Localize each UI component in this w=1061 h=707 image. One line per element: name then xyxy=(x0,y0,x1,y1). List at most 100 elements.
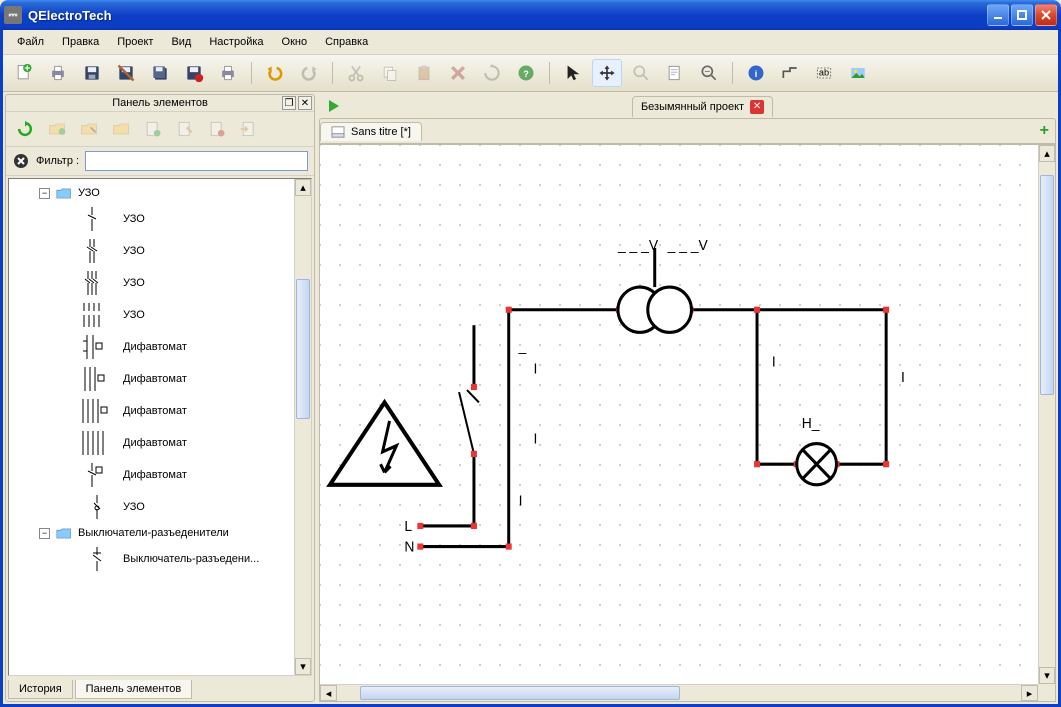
tree-item[interactable]: Дифавтомат xyxy=(11,331,309,363)
tree-item[interactable]: УЗО xyxy=(11,267,309,299)
elements-tree[interactable]: − УЗО УЗО УЗО УЗО УЗО Дифавтомат Дифавто… xyxy=(8,178,312,676)
folder-icon xyxy=(56,187,72,200)
scroll-left-icon[interactable]: ◂ xyxy=(320,685,337,701)
panel-float-button[interactable]: ❐ xyxy=(282,96,296,110)
add-sheet-button[interactable]: + xyxy=(1040,122,1049,140)
element-thumb-icon xyxy=(87,493,107,521)
scroll-down-icon[interactable]: ▾ xyxy=(295,658,311,675)
minimize-button[interactable] xyxy=(987,4,1009,26)
tree-item[interactable]: Дифавтомат xyxy=(11,363,309,395)
cut-icon[interactable] xyxy=(341,59,371,87)
redo-icon[interactable] xyxy=(294,59,324,87)
edit-element-icon[interactable] xyxy=(170,115,200,143)
scroll-thumb[interactable] xyxy=(1040,175,1054,395)
label-i: I xyxy=(534,361,538,377)
frame-icon[interactable]: ab xyxy=(809,59,839,87)
edit-category-icon[interactable] xyxy=(74,115,104,143)
label-l: L xyxy=(404,519,412,535)
move-icon[interactable] xyxy=(592,59,622,87)
label-i: I xyxy=(534,431,538,447)
help-icon[interactable]: ? xyxy=(511,59,541,87)
project-tab-close-icon[interactable]: ✕ xyxy=(750,100,764,114)
scroll-up-icon[interactable]: ▴ xyxy=(1039,145,1055,162)
paste-icon[interactable] xyxy=(409,59,439,87)
clear-filter-icon[interactable] xyxy=(12,152,30,170)
wire-icon[interactable] xyxy=(775,59,805,87)
print2-icon[interactable] xyxy=(213,59,243,87)
tree-item-label: УЗО xyxy=(123,213,145,225)
tree-category[interactable]: − Выключатели-разъеденители xyxy=(11,523,309,543)
copy-icon[interactable] xyxy=(375,59,405,87)
menu-view[interactable]: Вид xyxy=(163,33,199,51)
tree-item[interactable]: УЗО xyxy=(11,203,309,235)
image-icon[interactable] xyxy=(843,59,873,87)
rotate-icon[interactable] xyxy=(477,59,507,87)
tree-category[interactable]: − УЗО xyxy=(11,183,309,203)
tree-item[interactable]: УЗО xyxy=(11,299,309,331)
panel-toolbar xyxy=(6,111,314,147)
scroll-thumb[interactable] xyxy=(360,686,680,700)
zoom-icon[interactable] xyxy=(626,59,656,87)
save-all-icon[interactable] xyxy=(145,59,175,87)
canvas-scrollbar-horizontal[interactable]: ◂ ▸ xyxy=(320,684,1038,701)
delete-element-icon[interactable] xyxy=(202,115,232,143)
tree-scrollbar[interactable]: ▴ ▾ xyxy=(294,179,311,675)
menu-settings[interactable]: Настройка xyxy=(201,33,271,51)
tree-item[interactable]: УЗО xyxy=(11,235,309,267)
collapse-icon[interactable]: − xyxy=(39,188,50,199)
menu-help[interactable]: Справка xyxy=(317,33,376,51)
page-props-icon[interactable] xyxy=(660,59,690,87)
project-tab[interactable]: Безымянный проект ✕ xyxy=(632,96,773,117)
close-button[interactable] xyxy=(1035,4,1057,26)
tree-item[interactable]: Дифавтомат xyxy=(11,427,309,459)
tree-item-label: Выключатель-разъедени... xyxy=(123,553,259,565)
reload-icon[interactable] xyxy=(10,115,40,143)
open-category-icon[interactable] xyxy=(106,115,136,143)
import-icon[interactable] xyxy=(234,115,264,143)
menu-file[interactable]: Файл xyxy=(9,33,52,51)
element-thumb-icon xyxy=(79,301,115,329)
info-icon[interactable]: i xyxy=(741,59,771,87)
undo-icon[interactable] xyxy=(260,59,290,87)
scroll-thumb[interactable] xyxy=(296,279,310,419)
zoom-fit-icon[interactable] xyxy=(694,59,724,87)
panel-close-button[interactable]: ✕ xyxy=(298,96,312,110)
new-file-icon[interactable] xyxy=(9,59,39,87)
tree-item[interactable]: Выключатель-разъедени... xyxy=(11,543,309,575)
save-diag-icon[interactable] xyxy=(111,59,141,87)
tab-elements[interactable]: Панель элементов xyxy=(75,680,193,699)
scroll-corner xyxy=(1038,684,1055,701)
tree-item-label: УЗО xyxy=(78,187,100,199)
sheet-tab[interactable]: Sans titre [*] xyxy=(320,122,422,141)
scroll-down-icon[interactable]: ▾ xyxy=(1039,667,1055,684)
label-i: _ xyxy=(518,339,528,355)
filter-input[interactable] xyxy=(85,151,308,171)
tab-history[interactable]: История xyxy=(8,680,73,699)
svg-text:?: ? xyxy=(523,69,529,79)
tree-item-label: Дифавтомат xyxy=(123,437,187,449)
tree-item-label: Дифавтомат xyxy=(123,405,187,417)
menu-project[interactable]: Проект xyxy=(109,33,161,51)
schematic-canvas[interactable]: _ _ _V _ _ _V L N H_ _ I I I I I ▴ ▾ xyxy=(319,144,1056,702)
print-icon[interactable] xyxy=(43,59,73,87)
collapse-icon[interactable]: − xyxy=(39,528,50,539)
project-run-icon[interactable] xyxy=(325,97,343,115)
menu-window[interactable]: Окно xyxy=(274,33,316,51)
tree-item[interactable]: УЗО xyxy=(11,491,309,523)
menu-edit[interactable]: Правка xyxy=(54,33,107,51)
new-category-icon[interactable] xyxy=(42,115,72,143)
tree-item[interactable]: Дифавтомат xyxy=(11,459,309,491)
new-element-icon[interactable] xyxy=(138,115,168,143)
tree-item[interactable]: Дифавтомат xyxy=(11,395,309,427)
save-icon[interactable] xyxy=(77,59,107,87)
canvas-scrollbar-vertical[interactable]: ▴ ▾ xyxy=(1038,145,1055,684)
elements-panel: Панель элементов ❐ ✕ Фильтр : xyxy=(5,94,315,702)
element-thumb-icon xyxy=(79,365,115,393)
maximize-button[interactable] xyxy=(1011,4,1033,26)
delete-icon[interactable] xyxy=(443,59,473,87)
cursor-icon[interactable] xyxy=(558,59,588,87)
scroll-right-icon[interactable]: ▸ xyxy=(1021,685,1038,701)
tree-item-label: УЗО xyxy=(123,501,145,513)
scroll-up-icon[interactable]: ▴ xyxy=(295,179,311,196)
save-check-icon[interactable] xyxy=(179,59,209,87)
